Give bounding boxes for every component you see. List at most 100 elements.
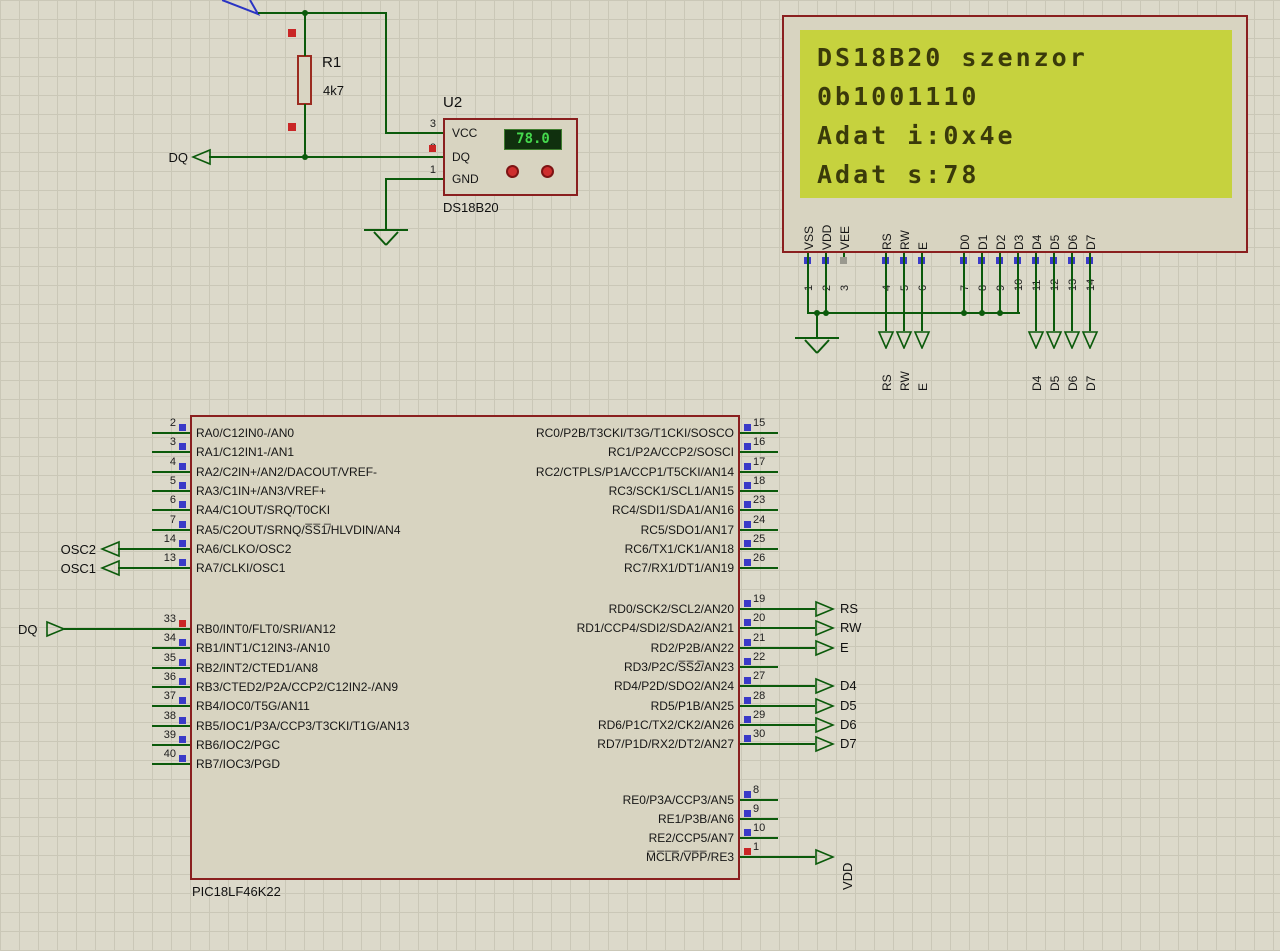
mcu-pin-number: 5 [169, 475, 176, 487]
mcu-pin-name: RC4/SDI1/SDA1/AN16 [611, 503, 734, 517]
mcu-pin-stub [740, 548, 778, 550]
lcd-pin-number: 7 [959, 284, 971, 291]
mcu-pin-stub [152, 647, 190, 649]
lcd-pin-number: 5 [899, 284, 911, 291]
mcu-pin-stub [152, 763, 190, 765]
pin-marker [179, 659, 186, 666]
mcu-pin-stub [740, 856, 778, 858]
mcu-pin-number: 40 [163, 748, 176, 760]
wire [385, 178, 387, 230]
pin-marker [744, 463, 751, 470]
mcu-pin-number: 33 [163, 613, 176, 625]
net-label: D5 [840, 698, 857, 713]
mcu-pin-name: RA7/CLKI/OSC1 [196, 561, 286, 575]
mcu-pin-name: RA2/C2IN+/AN2/DACOUT/VREF- [196, 465, 378, 479]
wire [778, 743, 815, 745]
mcu-pin-number: 15 [753, 417, 766, 429]
lcd-pin-name: VSS [802, 225, 816, 250]
mcu-pin-stub [152, 490, 190, 492]
net-label: RW [840, 620, 862, 635]
mcu-pin-name: RD6/P1C/TX2/CK2/AN26 [597, 718, 734, 732]
pin-marker [744, 521, 751, 528]
mcu-pin-stub [152, 667, 190, 669]
wire [778, 685, 815, 687]
mcu-pin-name: M̅C̅L̅R̅/V̅P̅P̅/RE3 [645, 850, 734, 864]
terminal-arrow-icon [815, 639, 835, 657]
wire [778, 627, 815, 629]
net-label: D7 [840, 736, 857, 751]
mcu-pin-number: 36 [163, 671, 176, 683]
lcd-pin-number: 11 [1031, 279, 1043, 291]
mcu-pin-number: 35 [163, 652, 176, 664]
mcu-pin-stub [152, 628, 190, 630]
mcu-pin-name: RA3/C1IN+/AN3/VREF+ [196, 484, 327, 498]
lcd-pin-number: 9 [995, 284, 1007, 291]
mcu-pin-number: 39 [163, 729, 176, 741]
pin-marker [744, 443, 751, 450]
lcd-pin-number: 6 [917, 284, 929, 291]
mcu-pin-stub [740, 666, 778, 668]
terminal-arrow-icon [895, 331, 913, 349]
lcd-line: 0b1001110 [817, 82, 980, 111]
mcu-pin-number: 8 [753, 784, 760, 796]
wire [885, 253, 887, 331]
mcu-pin-name: RC5/SDO1/AN17 [640, 523, 734, 537]
mcu-pin-stub [152, 451, 190, 453]
lcd-pin-name: VDD [820, 224, 834, 250]
mcu-pin-stub [740, 799, 778, 801]
wire [385, 12, 387, 134]
terminal-arrow-icon [1027, 331, 1045, 349]
pin-marker [744, 424, 751, 431]
lcd-pin-name: D5 [1048, 234, 1062, 250]
mcu-pin-number: 2 [169, 417, 176, 429]
mcu-pin-name: RA4/C1OUT/SRQ/T0CKI [196, 503, 331, 517]
mcu-pin-number: 1 [753, 841, 760, 853]
terminal-arrow-icon [1045, 331, 1063, 349]
terminal-arrow-icon [100, 559, 120, 577]
lcd-pin-number: 2 [821, 284, 833, 291]
sensor-pin-number: 3 [429, 118, 436, 130]
mcu-pin-number: 17 [753, 456, 766, 468]
wire [1089, 253, 1091, 331]
pin-marker [744, 810, 751, 817]
lcd-pin-name: D3 [1012, 234, 1026, 250]
terminal-arrow-icon [46, 620, 66, 638]
resistor-body[interactable] [297, 55, 312, 105]
wire [921, 253, 923, 331]
sensor-ref: U2 [443, 94, 463, 111]
lcd-pin-name: D6 [1066, 234, 1080, 250]
terminal-label-osc1: OSC1 [60, 561, 96, 576]
pin-marker [744, 716, 751, 723]
mcu-pin-name: RD7/P1D/RX2/DT2/AN27 [597, 737, 734, 751]
wire [118, 567, 152, 569]
mcu-pin-number: 9 [753, 803, 760, 815]
mcu-pin-stub [740, 451, 778, 453]
lcd-line: Adat i:0x4e [817, 121, 1016, 150]
wire [778, 608, 815, 610]
mcu-pin-name: RD0/SCK2/SCL2/AN20 [608, 602, 734, 616]
net-label: RS [880, 374, 894, 391]
mcu-pin-name: RA5/C2OUT/SRNQ/S̅S̅1̅/HLVDIN/AN4 [196, 523, 401, 537]
pin-marker [179, 620, 186, 627]
lcd-pin-name: E [916, 241, 930, 250]
mcu-pin-stub [152, 705, 190, 707]
terminal-arrow-icon [815, 735, 835, 753]
mcu-pin-name: RB1/INT1/C12IN3-/AN10 [196, 641, 331, 655]
pin-marker [744, 697, 751, 704]
terminal-arrow-icon [913, 331, 931, 349]
mcu-pin-name: RC3/SCK1/SCL1/AN15 [608, 484, 734, 498]
lcd-pin-name: D1 [976, 234, 990, 250]
mcu-pin-name: RA0/C12IN0-/AN0 [196, 426, 295, 440]
mcu-pin-stub [740, 509, 778, 511]
wire [1035, 253, 1037, 331]
mcu-pin-name: RE1/P3B/AN6 [657, 812, 734, 826]
mcu-pin-stub [740, 471, 778, 473]
temp-up-button[interactable] [506, 165, 519, 178]
mcu-pin-number: 6 [169, 494, 176, 506]
mcu-pin-number: 34 [163, 632, 176, 644]
lcd-pin-name: RW [898, 230, 912, 250]
mcu-pin-name: RA6/CLKO/OSC2 [196, 542, 292, 556]
temp-down-button[interactable] [541, 165, 554, 178]
lcd-pin-number: 1 [803, 284, 815, 291]
mcu-pin-stub [740, 608, 778, 610]
